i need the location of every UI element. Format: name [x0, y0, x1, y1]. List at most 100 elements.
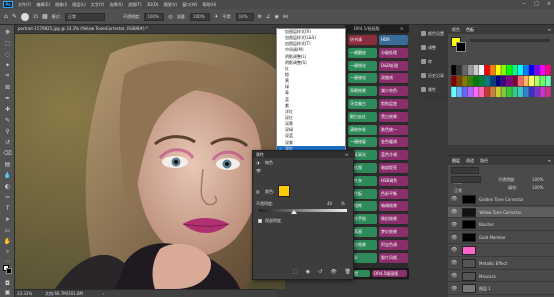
- color-swatch[interactable]: [506, 76, 512, 86]
- plugin-action-button[interactable]: 做旧效果: [379, 214, 408, 225]
- swatch-grid[interactable]: [451, 65, 551, 125]
- color-swatch[interactable]: [501, 65, 507, 75]
- color-swatch[interactable]: [517, 65, 523, 75]
- color-swatch[interactable]: [456, 76, 462, 86]
- color-swatch[interactable]: [512, 87, 518, 97]
- layers-fill-value[interactable]: 100%: [532, 185, 543, 190]
- color-swatch[interactable]: [545, 65, 551, 75]
- zoom-readout[interactable]: 33.33%: [17, 291, 32, 296]
- layer-visibility-icon[interactable]: 👁: [451, 260, 457, 266]
- color-swatch[interactable]: [462, 87, 468, 97]
- brush-tool-active-icon[interactable]: ✎: [3, 116, 12, 124]
- layer-row[interactable]: 👁 Golden Tone Corrector: [448, 194, 554, 206]
- plugin-action-button[interactable]: 清除杂毛: [348, 124, 377, 135]
- menu-view[interactable]: 视图(V): [163, 2, 177, 7]
- color-swatch[interactable]: [484, 76, 490, 86]
- menu-help[interactable]: 帮助(H): [202, 2, 216, 7]
- color-swatch[interactable]: [545, 87, 551, 97]
- maximize-icon[interactable]: □: [534, 1, 539, 7]
- plugin-action-button[interactable]: 暗调效果: [379, 201, 408, 212]
- color-swatch[interactable]: [501, 76, 507, 86]
- color-swatch[interactable]: [529, 65, 535, 75]
- panel-history[interactable]: 历史记录: [421, 70, 448, 80]
- plugin-action-button[interactable]: 减少杂色: [379, 86, 408, 97]
- color-swatch[interactable]: [462, 65, 468, 75]
- tab-paths[interactable]: 路径: [480, 158, 488, 163]
- color-swatch[interactable]: [467, 65, 473, 75]
- opacity-slider-thumb[interactable]: [291, 210, 298, 214]
- menu-3d[interactable]: 3D(D): [147, 2, 159, 7]
- layer-row[interactable]: 👁: [448, 245, 554, 257]
- smooth-settings-icon[interactable]: ⚙: [258, 14, 262, 20]
- blend-mode-select[interactable]: 正常: [451, 176, 481, 193]
- layer-visibility-icon[interactable]: 👁: [451, 273, 457, 279]
- color-swatch[interactable]: [495, 87, 501, 97]
- color-swatch[interactable]: [490, 65, 496, 75]
- shape-tool-icon[interactable]: ▭: [3, 226, 12, 234]
- layer-visibility-icon[interactable]: 👁: [451, 209, 457, 215]
- opacity-field[interactable]: 100%: [144, 12, 165, 21]
- color-swatch[interactable]: [451, 65, 457, 75]
- layer-visibility-icon[interactable]: 👁: [451, 196, 457, 202]
- zoom-tool-icon[interactable]: ⌕: [3, 248, 12, 256]
- clip-to-layer-icon[interactable]: ⬚: [293, 269, 298, 275]
- swatch-bg-preview[interactable]: [456, 42, 466, 52]
- preserve-luminosity-checkbox[interactable]: [258, 219, 262, 223]
- dodge-tool-icon[interactable]: ◐: [3, 182, 12, 190]
- plugin-action-button[interactable]: 一键磨皮: [348, 47, 377, 58]
- color-swatch[interactable]: [540, 87, 546, 97]
- plugin-version-button[interactable]: DR4.5插画版: [372, 270, 407, 277]
- color-swatch[interactable]: [523, 87, 529, 97]
- plugin-action-button[interactable]: 眼白去红: [348, 111, 377, 122]
- color-swatch[interactable]: [517, 76, 523, 86]
- layer-visibility-icon[interactable]: 👁: [451, 247, 457, 253]
- tab-channels[interactable]: 通道: [466, 158, 474, 163]
- path-select-tool-icon[interactable]: ➤: [3, 215, 12, 223]
- color-swatch[interactable]: [540, 76, 546, 86]
- panel-libraries[interactable]: 库: [421, 56, 448, 66]
- plugin-action-button[interactable]: 梦幻效果: [379, 227, 408, 237]
- color-swatch[interactable]: [534, 65, 540, 75]
- menu-window[interactable]: 窗口(W): [182, 2, 197, 7]
- color-swatch[interactable]: [540, 65, 546, 75]
- color-swatch[interactable]: [495, 76, 501, 86]
- plugin-action-button[interactable]: 暗部提亮: [379, 163, 408, 173]
- color-swatch[interactable]: [512, 65, 518, 75]
- menu-image[interactable]: 图像(I): [55, 2, 67, 7]
- plugin-action-button[interactable]: 牙齿美白: [348, 99, 377, 109]
- crop-tool-icon[interactable]: ⌗: [3, 72, 12, 80]
- menu-layer[interactable]: 图层(L): [72, 2, 85, 7]
- plugin-action-button[interactable]: 剪贴层变: [379, 99, 408, 109]
- eyedropper-tool-icon[interactable]: ✒: [3, 94, 12, 102]
- color-swatch[interactable]: [473, 76, 479, 86]
- color-swatch[interactable]: [479, 65, 485, 75]
- plugin-action-button[interactable]: 色彩平衡: [379, 188, 408, 199]
- brush-tool-icon[interactable]: ✎: [12, 13, 17, 20]
- brush-preset-picker[interactable]: [20, 12, 29, 21]
- blur-tool-icon[interactable]: 💧: [3, 171, 12, 179]
- color-swatch[interactable]: [495, 65, 501, 75]
- color-swatch[interactable]: [473, 87, 479, 97]
- menu-type[interactable]: 文字(Y): [91, 2, 105, 7]
- color-swatch[interactable]: [490, 76, 496, 86]
- menu-edit[interactable]: 编辑(E): [36, 2, 50, 7]
- plugin-action-button[interactable]: 一键修复: [348, 137, 377, 148]
- lasso-tool-icon[interactable]: ◌: [3, 50, 12, 58]
- marquee-tool-icon[interactable]: ⬚: [3, 39, 12, 47]
- document-canvas[interactable]: [15, 34, 285, 289]
- color-swatch[interactable]: [534, 76, 540, 86]
- opacity-value[interactable]: 40: [327, 201, 332, 206]
- move-tool-icon[interactable]: ✥: [3, 28, 12, 36]
- color-swatch[interactable]: [451, 76, 457, 86]
- tab-swatches[interactable]: 色板: [466, 27, 474, 32]
- background-color-swatch[interactable]: [6, 268, 12, 274]
- color-swatch[interactable]: [467, 76, 473, 86]
- color-swatch[interactable]: [529, 76, 535, 86]
- plugin-action-button[interactable]: 阿宝色调: [379, 239, 408, 250]
- airbrush-icon[interactable]: ✈: [214, 14, 218, 20]
- panel-color-settings[interactable]: 颜色设置: [421, 28, 448, 38]
- tab-color[interactable]: 颜色: [452, 27, 460, 32]
- gradient-tool-icon[interactable]: ▤: [3, 160, 12, 168]
- angle-icon[interactable]: ∠: [266, 14, 270, 20]
- close-tab-icon[interactable]: ×: [104, 26, 107, 31]
